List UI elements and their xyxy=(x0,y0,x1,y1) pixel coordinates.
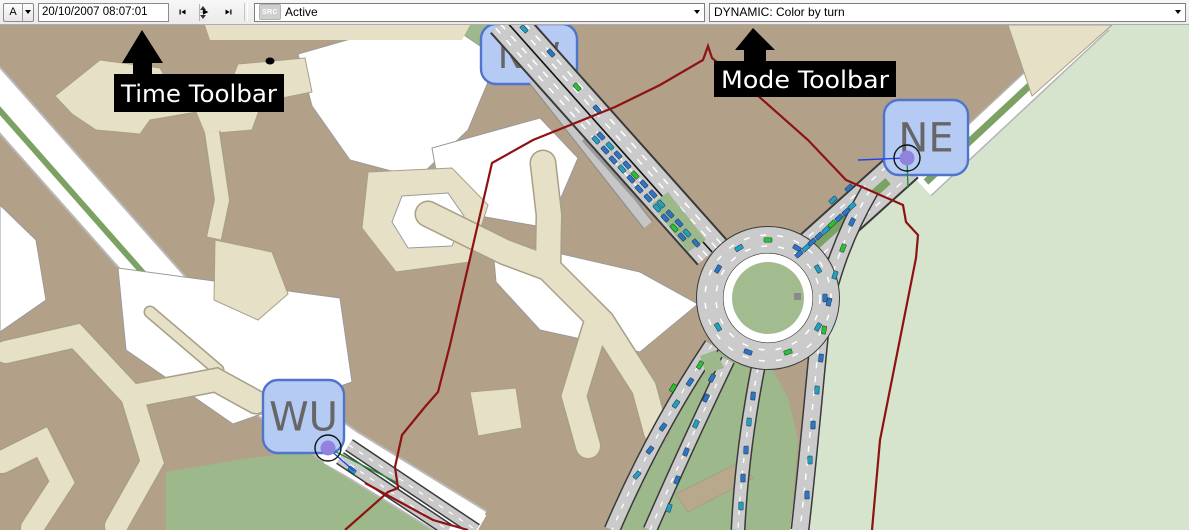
active-scenario-value: Active xyxy=(285,5,690,19)
vehicle xyxy=(811,421,816,429)
building xyxy=(470,388,522,436)
vehicle xyxy=(744,446,749,454)
skip-to-end-button[interactable] xyxy=(219,3,238,22)
node-label-text: WU xyxy=(269,395,338,441)
vehicle xyxy=(818,354,823,362)
skip-to-start-button[interactable] xyxy=(173,3,192,22)
src-icon: SRC xyxy=(259,4,281,20)
centroid-dot[interactable] xyxy=(900,151,915,166)
time-toolbar-callout-text: Time Toolbar xyxy=(120,80,277,108)
application-window: A SRC Active DYNAMIC: Color by turn xyxy=(0,0,1189,530)
map-dot xyxy=(266,58,275,65)
vehicle xyxy=(805,491,810,499)
dynamic-mode-value: DYNAMIC: Color by turn xyxy=(714,5,1171,19)
caret-down-icon xyxy=(1175,10,1181,14)
play-button[interactable] xyxy=(196,3,215,22)
view-mode-button[interactable]: A xyxy=(3,3,34,22)
map-marker-square xyxy=(794,293,801,300)
roundabout[interactable] xyxy=(697,227,839,369)
vehicle xyxy=(739,502,743,510)
skip-to-end-icon xyxy=(225,6,232,18)
skip-to-start-icon xyxy=(179,6,186,18)
view-mode-caret[interactable] xyxy=(22,4,33,21)
vehicle xyxy=(741,474,746,482)
vehicle xyxy=(750,392,755,400)
vehicle xyxy=(747,418,752,426)
roundabout-island xyxy=(732,262,804,334)
vehicle xyxy=(808,456,812,464)
toolbar-separator xyxy=(244,3,248,21)
play-icon xyxy=(202,6,209,18)
top-toolbar: A SRC Active DYNAMIC: Color by turn xyxy=(0,0,1189,25)
vehicle xyxy=(823,294,827,302)
datetime-field[interactable] xyxy=(38,3,169,22)
active-scenario-combobox[interactable]: SRC Active xyxy=(254,3,705,22)
caret-down-icon xyxy=(694,10,700,14)
map-canvas[interactable]: NW xyxy=(0,25,1189,530)
centroid-dot[interactable] xyxy=(321,441,336,456)
view-mode-label: A xyxy=(4,6,22,18)
caret-down-icon xyxy=(25,10,31,14)
building xyxy=(212,132,222,238)
dynamic-mode-combobox[interactable]: DYNAMIC: Color by turn xyxy=(709,3,1186,22)
building xyxy=(205,25,470,40)
mode-toolbar-callout-text: Mode Toolbar xyxy=(721,66,889,94)
vehicle xyxy=(815,386,820,394)
vehicle xyxy=(764,238,772,242)
